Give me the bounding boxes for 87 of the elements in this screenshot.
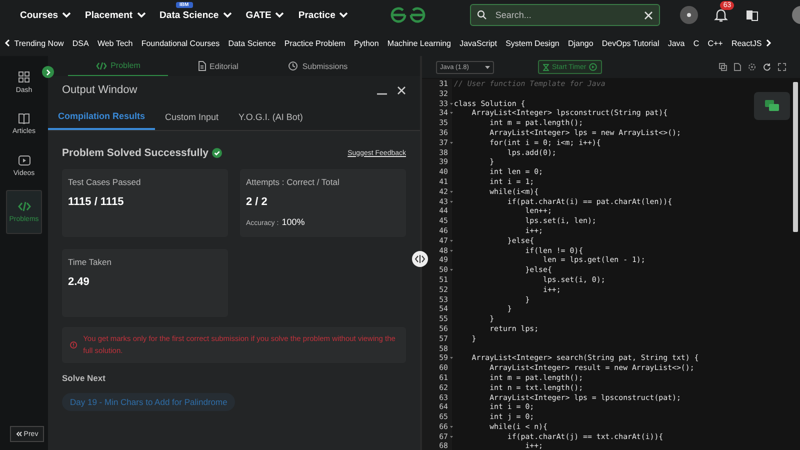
video-icon	[18, 155, 30, 166]
fold-icon[interactable]	[450, 190, 453, 193]
fold-icon[interactable]	[450, 102, 453, 105]
trending-link[interactable]: DevOps Tutorial	[598, 38, 664, 48]
status-text: Problem Solved Successfully	[62, 147, 208, 159]
code-icon	[18, 201, 30, 212]
clear-icon[interactable]	[644, 10, 654, 20]
chat-button[interactable]	[754, 92, 790, 120]
trending-link[interactable]: Machine Learning	[383, 38, 456, 48]
grid-icon	[18, 70, 30, 82]
play-icon	[589, 63, 598, 71]
nav-menu-item[interactable]: Placement	[85, 10, 133, 20]
book-icon	[18, 113, 30, 124]
trending-link[interactable]: Practice Problem	[280, 38, 350, 48]
theme-toggle[interactable]	[680, 6, 698, 24]
window-title: Output Window	[62, 84, 138, 96]
section-heading: Solve Next	[62, 373, 106, 383]
search-icon	[477, 10, 488, 20]
caret-icon	[62, 12, 72, 18]
stat-label: Time Taken	[68, 257, 112, 267]
chevron-left-icon[interactable]	[4, 39, 10, 47]
fold-icon[interactable]	[450, 250, 453, 252]
caret-icon	[136, 12, 146, 18]
close-icon[interactable]	[397, 86, 406, 94]
trending-link[interactable]: Django	[564, 38, 598, 48]
trending-link[interactable]: Foundational Courses	[137, 38, 224, 48]
search-field[interactable]: Search...	[470, 4, 660, 26]
trending-link[interactable]: Trending Now	[10, 38, 68, 48]
nav-menu-item[interactable]: Courses	[20, 10, 58, 20]
trending-link[interactable]: ReactJS	[727, 38, 766, 48]
fold-icon[interactable]	[450, 357, 453, 360]
check-circle-icon	[212, 148, 222, 158]
trending-link[interactable]: Java	[664, 38, 690, 48]
caret-icon	[222, 12, 232, 18]
code-icon	[96, 62, 107, 70]
sun-icon	[685, 11, 694, 19]
fold-icon[interactable]	[450, 142, 453, 144]
trending-link[interactable]: System Design	[501, 38, 564, 48]
caret-icon	[339, 12, 348, 18]
scrollbar[interactable]	[793, 82, 798, 232]
output-tab[interactable]: Compilation Results	[48, 104, 156, 130]
caret-icon	[275, 12, 284, 18]
stat-label: Test Cases Passed	[68, 177, 142, 187]
reset-icon[interactable]	[763, 63, 771, 71]
fold-icon[interactable]	[450, 269, 453, 272]
caret-icon	[485, 66, 490, 68]
chevron-right-icon[interactable]	[766, 39, 772, 47]
trending-link[interactable]: JavaScript	[455, 38, 502, 48]
output-tab[interactable]: Custom Input	[155, 104, 229, 130]
fold-icon[interactable]	[450, 436, 453, 438]
trending-link[interactable]: DSA	[68, 38, 94, 48]
chevron-right-icon	[46, 68, 50, 76]
trending-link[interactable]: C	[689, 38, 704, 48]
fold-icon[interactable]	[450, 426, 453, 428]
double-chevron-icon	[16, 431, 22, 437]
resize-icon	[415, 255, 425, 263]
hourglass-icon	[543, 64, 549, 70]
bell-icon[interactable]	[714, 7, 728, 23]
settings-icon[interactable]	[748, 63, 756, 71]
chat-icon	[765, 100, 779, 112]
trending-link[interactable]: C++	[703, 38, 728, 48]
trending-link[interactable]: Web Tech	[93, 38, 138, 48]
stat-value: 2.49	[68, 276, 90, 288]
file-icon[interactable]	[734, 63, 741, 71]
problem-tab[interactable]: Submissions	[268, 56, 368, 76]
stat-value: 1115 / 1115	[68, 196, 125, 208]
search-input[interactable]: Search...	[493, 9, 638, 21]
logo-icon[interactable]	[390, 7, 426, 23]
nav-menu-item[interactable]: Data Science	[160, 10, 219, 20]
accuracy-value: 100%	[282, 217, 305, 227]
clock-icon	[288, 61, 298, 71]
output-tab[interactable]: Y.O.G.I. (AI Bot)	[228, 104, 313, 130]
nav-menu-item[interactable]: Practice	[298, 10, 336, 20]
trending-link[interactable]: Data Science	[224, 38, 280, 48]
fold-icon[interactable]	[450, 112, 453, 114]
problem-tab[interactable]: Editorial	[168, 56, 268, 76]
stat-label: Attempts : Correct / Total	[246, 177, 340, 187]
stat-value: 2 / 2	[246, 196, 268, 208]
trending-link[interactable]: Python	[350, 38, 384, 48]
fold-icon[interactable]	[450, 240, 453, 242]
translate-icon[interactable]	[746, 10, 758, 20]
info-icon	[70, 341, 78, 349]
fold-icon[interactable]	[450, 200, 453, 203]
copy-icon[interactable]	[719, 63, 727, 71]
fullscreen-icon[interactable]	[778, 63, 786, 71]
document-icon	[198, 61, 206, 71]
nav-menu-item[interactable]: GATE	[246, 10, 272, 20]
